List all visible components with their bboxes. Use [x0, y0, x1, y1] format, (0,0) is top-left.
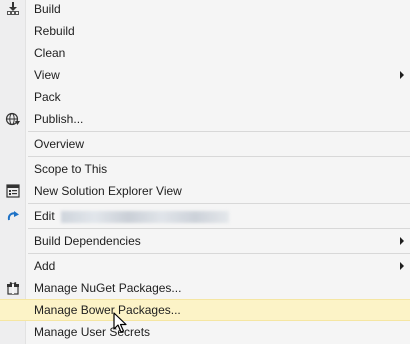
build-download-icon	[4, 0, 22, 18]
menu-item-label: View	[34, 68, 60, 82]
menu-separator	[28, 156, 410, 157]
menu-item-label: Publish...	[34, 112, 84, 126]
nuget-package-icon	[4, 279, 22, 297]
menu-item-label: Clean	[34, 46, 66, 60]
menu-item-new-solution-explorer-view[interactable]: New Solution Explorer View	[0, 180, 410, 202]
menu-item-build-dependencies[interactable]: Build Dependencies	[0, 230, 410, 252]
submenu-arrow-icon	[400, 262, 404, 270]
menu-item-label: Edit	[34, 209, 229, 223]
menu-item-scope-to-this[interactable]: Scope to This	[0, 158, 410, 180]
menu-item-label: Build Dependencies	[34, 234, 141, 248]
menu-item-edit[interactable]: Edit	[0, 205, 410, 227]
menu-separator	[28, 228, 410, 229]
globe-publish-icon	[4, 110, 22, 128]
menu-item-manage-user-secrets[interactable]: Manage User Secrets	[0, 321, 410, 343]
menu-item-build[interactable]: Build	[0, 0, 410, 20]
menu-item-label: Rebuild	[34, 24, 75, 38]
menu-item-label: Overview	[34, 137, 85, 151]
menu-item-clean[interactable]: Clean	[0, 42, 410, 64]
menu-item-label: Pack	[34, 90, 61, 104]
menu-separator	[28, 203, 410, 204]
menu-separator	[28, 253, 410, 254]
menu-item-view[interactable]: View	[0, 64, 410, 86]
menu-item-label: Build	[34, 2, 61, 16]
menu-item-label: Manage Bower Packages...	[34, 303, 181, 317]
redacted-file-path	[60, 210, 229, 223]
solution-explorer-window-icon	[4, 182, 22, 200]
menu-item-add[interactable]: Add	[0, 255, 410, 277]
edit-label-text: Edit	[34, 209, 55, 223]
menu-item-pack[interactable]: Pack	[0, 86, 410, 108]
menu-item-label: Add	[34, 259, 56, 273]
menu-item-label: Scope to This	[34, 162, 108, 176]
menu-item-overview[interactable]: Overview	[0, 133, 410, 155]
menu-item-label: Manage NuGet Packages...	[34, 281, 182, 295]
submenu-arrow-icon	[400, 71, 404, 79]
mouse-pointer-icon	[113, 312, 127, 333]
menu-item-label: Manage User Secrets	[34, 325, 151, 339]
menu-item-publish[interactable]: Publish...	[0, 108, 410, 130]
menu-item-rebuild[interactable]: Rebuild	[0, 20, 410, 42]
edit-redo-arrow-icon	[4, 207, 22, 225]
context-menu: Build Rebuild Clean View Pack Publish...…	[0, 0, 410, 344]
submenu-arrow-icon	[400, 237, 404, 245]
menu-item-manage-bower-packages[interactable]: Manage Bower Packages...	[0, 299, 410, 321]
menu-item-label: New Solution Explorer View	[34, 184, 182, 198]
menu-item-manage-nuget-packages[interactable]: Manage NuGet Packages...	[0, 277, 410, 299]
menu-separator	[28, 131, 410, 132]
